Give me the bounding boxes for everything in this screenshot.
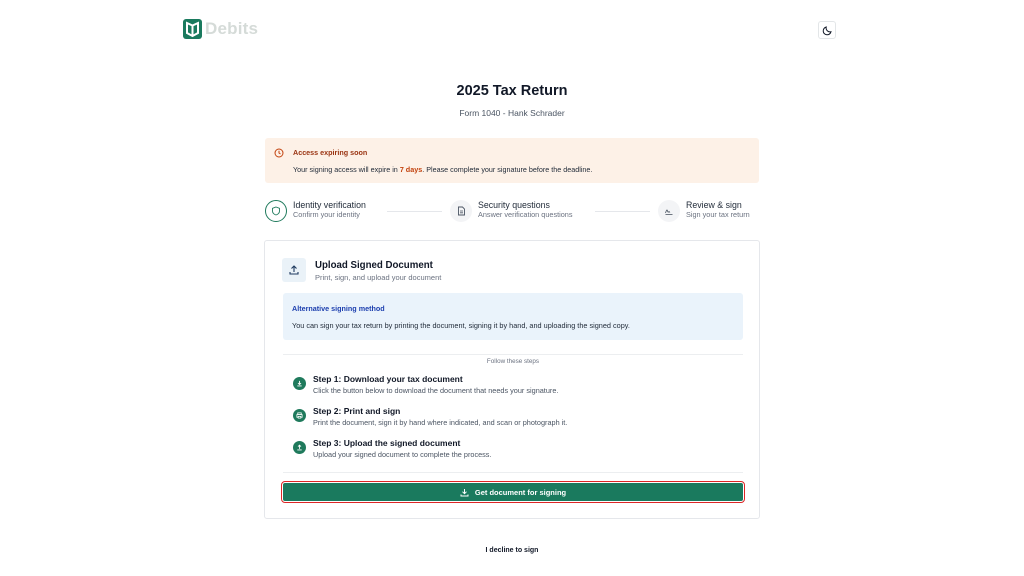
upload-icon [293,441,306,454]
card-icon-box [282,258,306,282]
expiry-alert: Access expiring soon Your signing access… [265,138,759,183]
moon-icon [822,25,832,35]
info-box: Alternative signing method You can sign … [283,293,743,340]
brand-name: Debits [205,19,259,38]
upload-card: Upload Signed Document Print, sign, and … [264,240,760,519]
theme-toggle-button[interactable] [818,21,836,39]
instruction-body: Print the document, sign it by hand wher… [313,418,568,427]
alert-body: Your signing access will expire in 7 day… [293,165,593,174]
step-indicator [265,200,287,222]
signature-icon [665,209,673,215]
step-subtitle: Answer verification questions [478,210,573,219]
step-title: Security questions [478,200,550,210]
step-connector [387,211,442,212]
get-document-button[interactable]: Get document for signing [281,481,745,503]
divider [283,472,743,473]
clock-icon [274,148,284,158]
instruction-title: Step 3: Upload the signed document [313,438,461,448]
printer-icon [293,409,306,422]
instruction-title: Step 1: Download your tax document [313,374,463,384]
progress-stepper: Identity verification Confirm your ident… [265,200,759,224]
logo-icon [183,19,202,39]
alert-title: Access expiring soon [293,148,368,157]
step-subtitle: Sign your tax return [686,210,750,219]
step-subtitle: Confirm your identity [293,210,360,219]
instruction-body: Upload your signed document to complete … [313,450,492,459]
upload-icon [289,265,299,275]
step-indicator [658,200,680,222]
instruction-body: Click the button below to download the d… [313,386,559,395]
step-identity-verification: Identity verification Confirm your ident… [265,200,366,222]
step-title: Review & sign [686,200,742,210]
instruction-step-1: Step 1: Download your tax document Click… [293,374,558,396]
instruction-step-3: Step 3: Upload the signed document Uploa… [293,438,491,460]
download-icon [460,488,469,496]
card-title: Upload Signed Document [315,260,433,271]
document-icon [457,206,465,216]
step-security-questions: Security questions Answer verification q… [450,200,573,222]
step-title: Identity verification [293,200,366,210]
download-icon [293,377,306,390]
divider-label: Follow these steps [478,358,548,365]
instruction-title: Step 2: Print and sign [313,406,401,416]
step-indicator [450,200,472,222]
decline-to-sign-link[interactable]: I decline to sign [0,547,1024,554]
info-title: Alternative signing method [292,304,385,313]
card-subtitle: Print, sign, and upload your document [315,273,442,282]
page-subtitle: Form 1040 - Hank Schrader [459,108,565,118]
get-document-button-label: Get document for signing [474,487,567,497]
page-title: 2025 Tax Return [456,83,568,99]
step-review-sign: Review & sign Sign your tax return [658,200,750,222]
info-body: You can sign your tax return by printing… [292,321,630,330]
shield-icon [272,206,280,216]
expiry-days: 7 days [399,165,423,174]
instruction-step-2: Step 2: Print and sign Print the documen… [293,406,567,428]
brand-logo[interactable]: Debits [183,19,258,39]
step-connector [595,211,650,212]
